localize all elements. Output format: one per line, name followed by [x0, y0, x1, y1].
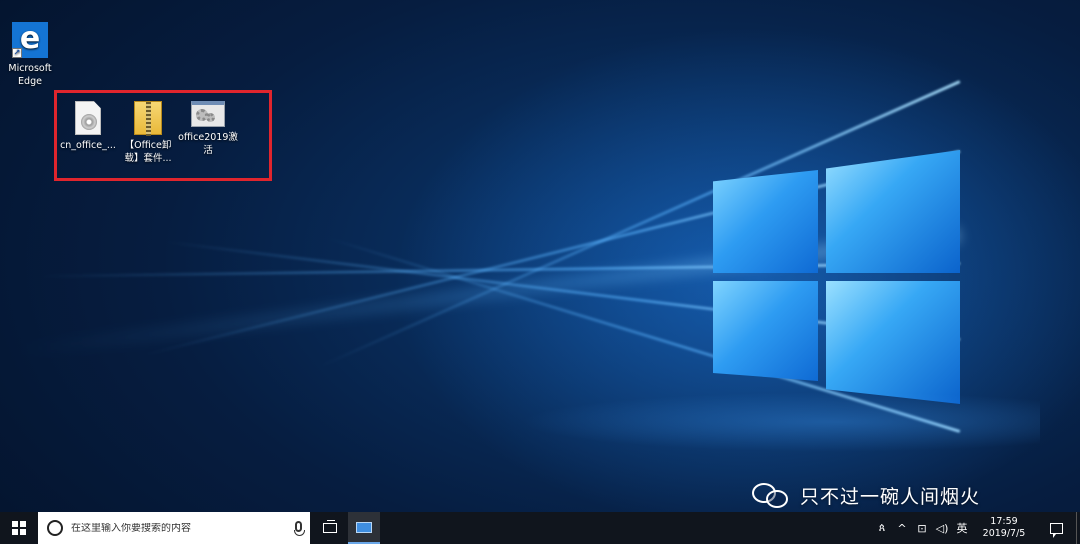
search-input[interactable] [71, 522, 271, 534]
clock-date: 2019/7/5 [982, 528, 1026, 539]
network-icon[interactable]: ⊡ [912, 512, 932, 544]
task-view-button[interactable] [312, 512, 348, 544]
cortana-icon[interactable] [47, 520, 63, 536]
red-highlight-box [54, 90, 272, 181]
desktop-icon-edge[interactable]: e ↗ Microsoft Edge [0, 22, 60, 88]
wechat-bubble-icon [752, 480, 792, 510]
watermark: 只不过一碗人间烟火 [752, 478, 980, 512]
volume-icon[interactable]: ◁) [932, 512, 952, 544]
logo-pane-bottom-right [826, 281, 960, 404]
floor-glow [520, 392, 1040, 452]
input-method-indicator[interactable]: 英 [952, 512, 972, 544]
taskbar-app-button[interactable] [348, 512, 380, 544]
action-center-button[interactable] [1036, 512, 1076, 544]
shortcut-arrow-icon: ↗ [12, 48, 22, 58]
edge-browser-icon: e ↗ [12, 22, 48, 58]
show-desktop-button[interactable] [1076, 512, 1080, 544]
clock-time: 17:59 [990, 516, 1018, 527]
logo-pane-top-right [826, 150, 960, 273]
desktop-icon-label: Microsoft Edge [8, 63, 52, 87]
desktop-wallpaper[interactable]: e ↗ Microsoft Edge cn_office_... 【Office… [0, 0, 1080, 512]
microphone-icon[interactable] [294, 521, 305, 536]
windows-logo-icon [12, 521, 26, 535]
logo-pane-top-left [713, 170, 818, 273]
system-tray: ጰ ^ ⊡ ◁) 英 17:59 2019/7/5 [872, 512, 1080, 544]
task-view-icon [323, 520, 337, 533]
search-box[interactable] [38, 512, 310, 544]
notification-icon [1049, 522, 1063, 538]
chevron-up-icon[interactable]: ^ [892, 512, 912, 544]
taskbar: ጰ ^ ⊡ ◁) 英 17:59 2019/7/5 [0, 512, 1080, 544]
clock[interactable]: 17:59 2019/7/5 [972, 512, 1036, 544]
watermark-text: 只不过一碗人间烟火 [800, 485, 981, 508]
start-button[interactable] [0, 512, 38, 544]
people-icon[interactable]: ጰ [872, 512, 892, 544]
logo-pane-bottom-left [713, 281, 818, 381]
app-window-icon [356, 521, 372, 533]
